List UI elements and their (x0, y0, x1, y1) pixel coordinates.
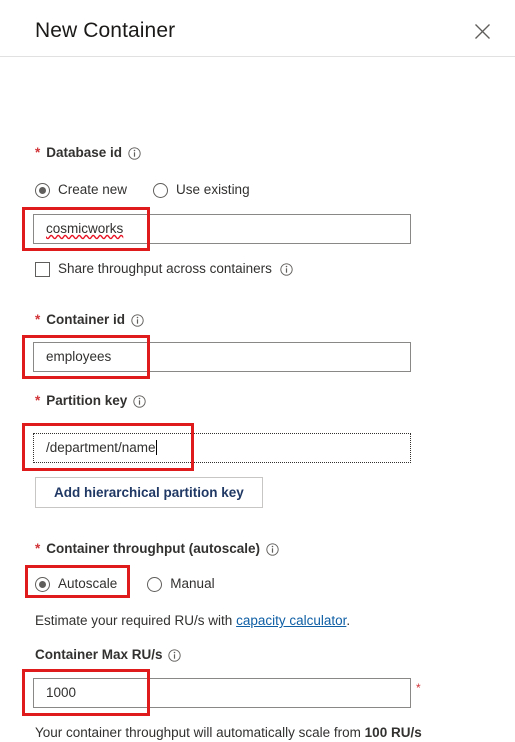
throughput-mode-radio-group: Autoscale Manual (35, 575, 215, 593)
partition-key-label-text: Partition key (46, 393, 128, 408)
container-id-input-value: employees (46, 349, 112, 364)
radio-create-new-indicator (35, 182, 50, 198)
info-icon[interactable] (127, 146, 141, 160)
container-max-ru-label-text: Container Max RU/s (35, 647, 163, 662)
container-throughput-label: * Container throughput (autoscale) (35, 540, 279, 558)
container-max-ru-required-asterisk: * (416, 681, 421, 695)
share-throughput-checkbox-indicator (35, 261, 50, 277)
capacity-calculator-link[interactable]: capacity calculator (236, 613, 346, 628)
required-asterisk: * (35, 541, 41, 556)
radio-manual-label: Manual (170, 576, 215, 591)
database-id-input-value: cosmicworks (46, 221, 124, 236)
close-icon (474, 23, 491, 40)
container-max-ru-label: Container Max RU/s (35, 646, 182, 664)
required-asterisk: * (35, 393, 41, 408)
database-id-label: * Database id (35, 144, 141, 162)
panel-header: New Container (0, 0, 515, 57)
database-id-mode-radio-group: Create new Use existing (35, 181, 250, 199)
autoscale-footer-value: 100 RU/s (364, 725, 422, 740)
required-asterisk: * (35, 145, 41, 160)
autoscale-footer-text: Your container throughput will automatic… (35, 724, 422, 742)
text-caret (155, 440, 157, 455)
share-throughput-label: Share throughput across containers (58, 261, 272, 276)
capacity-estimate-suffix: . (346, 613, 351, 628)
page-title: New Container (35, 19, 176, 42)
required-asterisk: * (35, 312, 41, 327)
radio-autoscale[interactable]: Autoscale (35, 575, 117, 593)
container-throughput-label-text: Container throughput (autoscale) (46, 541, 261, 556)
radio-use-existing-label: Use existing (176, 182, 250, 197)
partition-key-input[interactable]: /department/name (33, 433, 411, 463)
radio-create-new[interactable]: Create new (35, 181, 127, 199)
radio-use-existing[interactable]: Use existing (153, 181, 250, 199)
partition-key-input-value: /department/name (46, 440, 156, 455)
radio-manual-indicator (147, 576, 163, 592)
radio-autoscale-indicator (35, 576, 50, 592)
info-icon[interactable] (130, 313, 144, 327)
radio-autoscale-label: Autoscale (58, 576, 118, 591)
radio-manual[interactable]: Manual (147, 575, 215, 593)
container-max-ru-input-value: 1000 (46, 685, 77, 700)
database-id-input[interactable]: cosmicworks (33, 214, 411, 244)
capacity-estimate-prefix: Estimate your required RU/s with (35, 613, 237, 628)
container-id-label-text: Container id (46, 312, 126, 327)
database-id-label-text: Database id (46, 145, 123, 160)
radio-create-new-label: Create new (58, 182, 128, 197)
autoscale-footer-prefix: Your container throughput will automatic… (35, 725, 365, 740)
partition-key-label: * Partition key (35, 392, 146, 410)
info-icon[interactable] (280, 262, 294, 276)
capacity-estimate-text: Estimate your required RU/s with capacit… (35, 612, 350, 630)
share-throughput-checkbox[interactable]: Share throughput across containers (35, 260, 294, 278)
info-icon[interactable] (265, 542, 279, 556)
info-icon[interactable] (168, 648, 182, 662)
container-max-ru-input[interactable]: 1000 (33, 678, 411, 708)
info-icon[interactable] (132, 394, 146, 408)
container-id-label: * Container id (35, 311, 144, 329)
close-button[interactable] (466, 16, 498, 46)
radio-use-existing-indicator (153, 182, 169, 198)
add-hierarchical-partition-key-button[interactable]: Add hierarchical partition key (35, 477, 263, 508)
container-id-input[interactable]: employees (33, 342, 411, 372)
